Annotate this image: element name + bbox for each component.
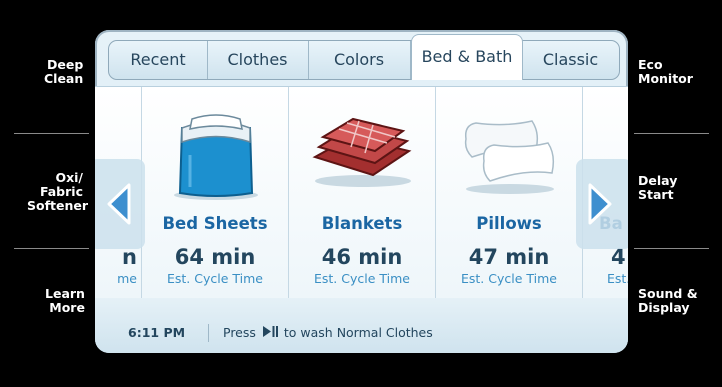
right-divider-1	[634, 133, 709, 134]
cycle-time: 46 min	[321, 245, 403, 269]
cycle-time-label: Est. Cycle Time	[461, 271, 557, 286]
cycle-time-label: Est. Cycle Time	[314, 271, 410, 286]
cycle-time-label: me	[117, 271, 137, 286]
tab-clothes[interactable]: Clothes	[207, 41, 309, 79]
right-divider-2	[634, 248, 709, 249]
learn-more-button[interactable]: Learn More	[45, 287, 85, 315]
display-screen: Recent Clothes Colors Bed & Bath Classic…	[95, 30, 628, 353]
cycle-time: 47 min	[468, 245, 550, 269]
eco-monitor-button[interactable]: Eco Monitor	[638, 58, 693, 86]
oxi-label-2: Fabric	[39, 184, 83, 199]
delay-start-button[interactable]: Delay Start	[638, 174, 677, 202]
cycle-card-blankets[interactable]: Blankets 46 min Est. Cycle Time	[289, 87, 435, 299]
cycle-card-pillows[interactable]: Pillows 47 min Est. Cycle Time	[436, 87, 582, 299]
oxi-fabric-softener-button[interactable]: Oxi/ Fabric Softener	[27, 170, 89, 213]
cycle-carousel: n me Bed Sheets 64 min Est. Cycle Time B…	[95, 86, 628, 300]
cycle-name: Blankets	[321, 214, 403, 233]
tab-classic[interactable]: Classic	[522, 41, 619, 79]
learn-more-label-2: More	[49, 300, 85, 315]
bed-sheets-icon	[174, 114, 258, 200]
deep-clean-label-2: Clean	[44, 71, 84, 86]
status-bar: 6:11 PM Press to wash Normal Clothes	[95, 298, 628, 353]
cycle-card-bed-sheets[interactable]: Bed Sheets 64 min Est. Cycle Time	[142, 87, 288, 299]
tab-bed-bath[interactable]: Bed & Bath	[411, 34, 523, 80]
left-divider-2	[14, 248, 89, 249]
eco-monitor-label-1: Eco	[638, 57, 663, 72]
tab-colors[interactable]: Colors	[308, 41, 411, 79]
clock: 6:11 PM	[128, 325, 186, 340]
delay-start-label-2: Start	[638, 187, 674, 202]
chevron-left-icon	[107, 183, 131, 225]
deep-clean-label-1: Deep	[47, 57, 84, 72]
category-tabs: Recent Clothes Colors Bed & Bath Classic	[108, 34, 620, 80]
left-divider-1	[14, 133, 89, 134]
scroll-right-button[interactable]	[576, 159, 628, 249]
play-pause-icon	[262, 326, 278, 337]
status-divider	[208, 324, 209, 342]
cycle-time: 64 min	[174, 245, 256, 269]
cycle-time-label: Est.	[607, 271, 628, 286]
pillows-icon	[464, 120, 555, 194]
cycle-time-label: Est. Cycle Time	[167, 271, 263, 286]
cycle-name: Pillows	[476, 214, 542, 233]
scroll-left-button[interactable]	[95, 159, 145, 249]
oxi-label-1: Oxi/	[55, 170, 83, 185]
delay-start-label-1: Delay	[638, 173, 678, 188]
learn-more-label-1: Learn	[45, 286, 85, 301]
status-message-suffix: to wash Normal Clothes	[283, 325, 433, 340]
sound-display-label-2: Display	[638, 300, 690, 315]
cycle-name: Bed Sheets	[162, 214, 268, 233]
sound-display-button[interactable]: Sound & Display	[638, 287, 698, 315]
chevron-right-icon	[588, 183, 612, 225]
status-message: Press to wash Normal Clothes	[223, 325, 433, 340]
deep-clean-button[interactable]: Deep Clean	[44, 58, 83, 86]
eco-monitor-label-2: Monitor	[638, 71, 693, 86]
tab-recent[interactable]: Recent	[109, 41, 208, 79]
blankets-icon	[312, 117, 412, 187]
status-message-prefix: Press	[223, 325, 256, 340]
sound-display-label-1: Sound &	[638, 286, 698, 301]
oxi-label-3: Softener	[27, 198, 89, 213]
